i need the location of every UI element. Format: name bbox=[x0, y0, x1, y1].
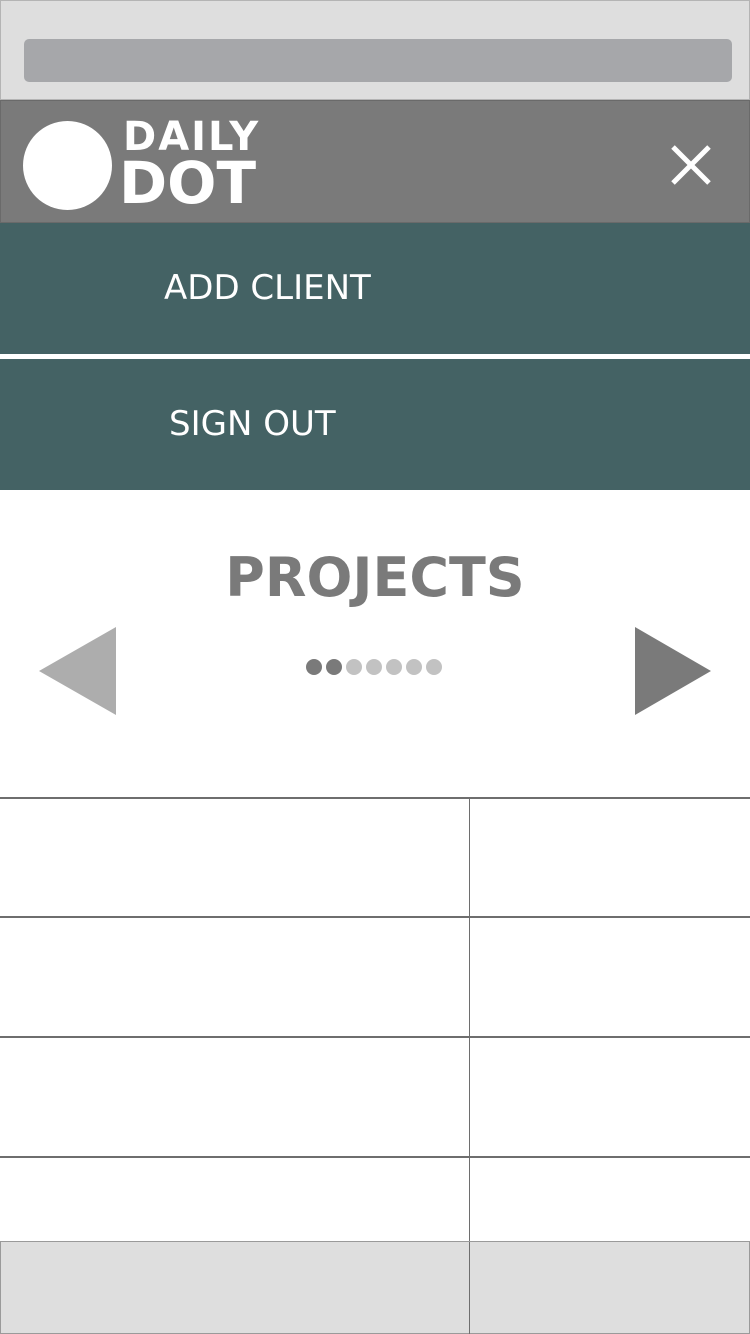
pager-dot[interactable] bbox=[306, 659, 322, 675]
table-row[interactable] bbox=[0, 799, 469, 916]
table-cell[interactable] bbox=[470, 918, 750, 1036]
pager-dot[interactable] bbox=[426, 659, 442, 675]
triangle-left-icon[interactable] bbox=[39, 627, 117, 715]
page-indicator bbox=[306, 659, 446, 677]
table-row[interactable] bbox=[0, 1158, 469, 1241]
close-icon[interactable] bbox=[667, 141, 715, 189]
browser-status-bar bbox=[0, 0, 750, 100]
table-cell[interactable] bbox=[470, 799, 750, 916]
table-footer-row[interactable] bbox=[0, 1241, 750, 1334]
table-row[interactable] bbox=[0, 1038, 469, 1156]
menu-item-label: SIGN OUT bbox=[169, 404, 336, 444]
menu-item-sign-out[interactable]: SIGN OUT bbox=[0, 359, 750, 490]
table-column-divider bbox=[469, 1242, 470, 1334]
table-row[interactable] bbox=[0, 918, 469, 1036]
pager-dot[interactable] bbox=[346, 659, 362, 675]
pager-dot[interactable] bbox=[386, 659, 402, 675]
address-bar[interactable] bbox=[24, 39, 732, 82]
app-header: DAILY DOT bbox=[0, 100, 750, 223]
pager-dot[interactable] bbox=[326, 659, 342, 675]
menu-item-add-client[interactable]: ADD CLIENT bbox=[0, 223, 750, 354]
menu-item-label: ADD CLIENT bbox=[164, 268, 371, 308]
page-title: PROJECTS bbox=[225, 546, 525, 609]
table-cell[interactable] bbox=[470, 1038, 750, 1156]
logo-text-dot: DOT bbox=[119, 149, 257, 217]
pager-dot[interactable] bbox=[366, 659, 382, 675]
table-cell[interactable] bbox=[470, 1158, 750, 1241]
logo-circle bbox=[23, 121, 112, 210]
pager-dot[interactable] bbox=[406, 659, 422, 675]
triangle-right-icon[interactable] bbox=[634, 627, 712, 715]
